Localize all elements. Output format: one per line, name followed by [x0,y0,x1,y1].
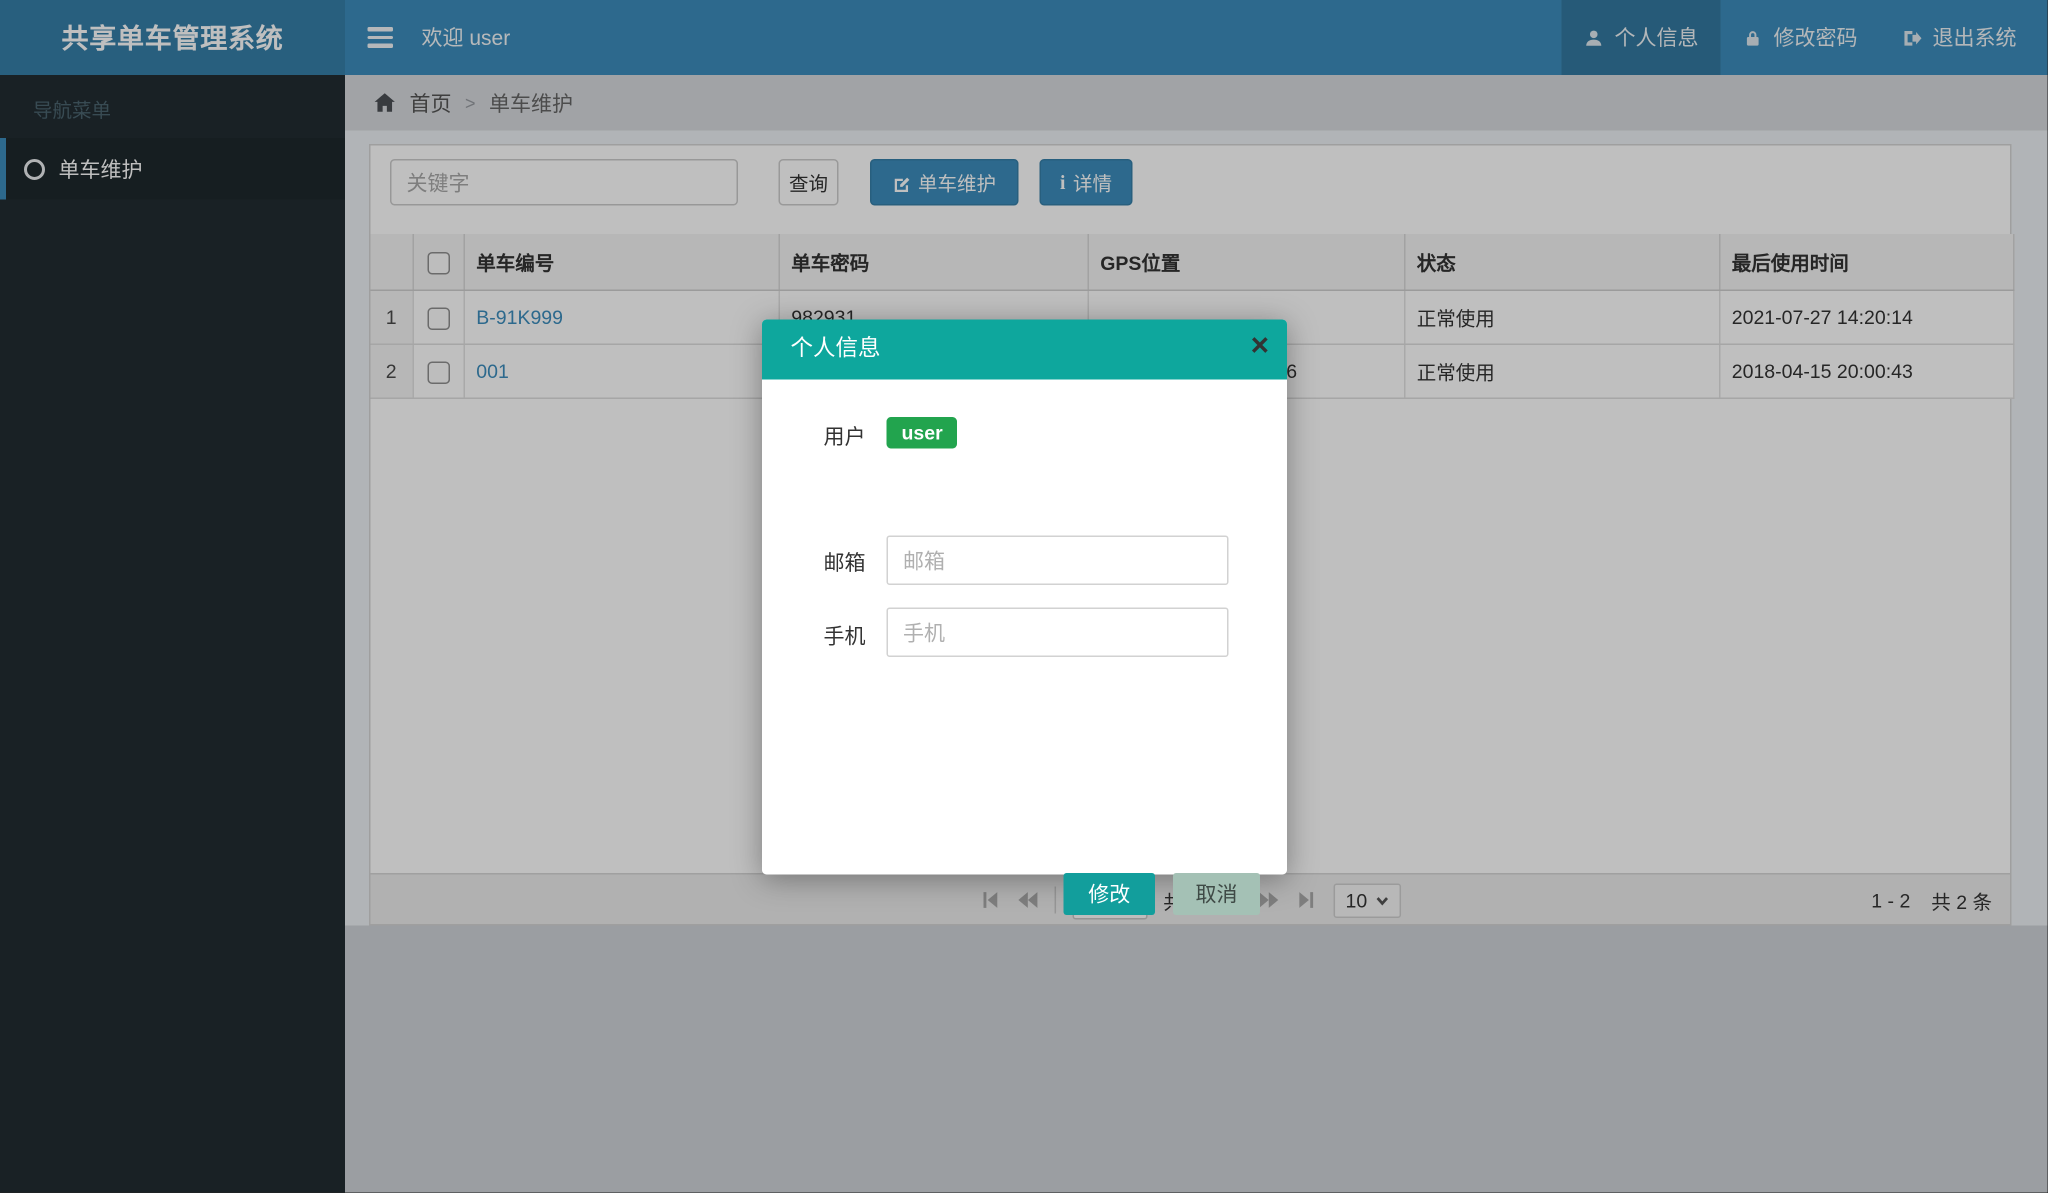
phone-field[interactable] [887,608,1229,658]
username-badge: user [887,417,958,449]
app-window: 共享单车管理系统 欢迎 user 个人信息 修改密码 退出系统 导航菜单 单车维… [0,0,2048,1193]
cancel-button[interactable]: 取消 [1173,873,1260,915]
modify-button[interactable]: 修改 [1064,873,1156,915]
user-label: 用户 [762,422,866,452]
profile-modal: 个人信息 × 用户 user 邮箱 手机 修改 取消 [762,320,1287,875]
phone-label: 手机 [762,621,866,651]
email-label: 邮箱 [762,548,866,578]
modal-header: 个人信息 [762,320,1287,380]
modal-title: 个人信息 [791,336,881,362]
modal-body: 用户 user 邮箱 手机 修改 取消 [762,380,1287,875]
close-icon[interactable]: × [1251,330,1269,362]
email-field[interactable] [887,536,1229,586]
